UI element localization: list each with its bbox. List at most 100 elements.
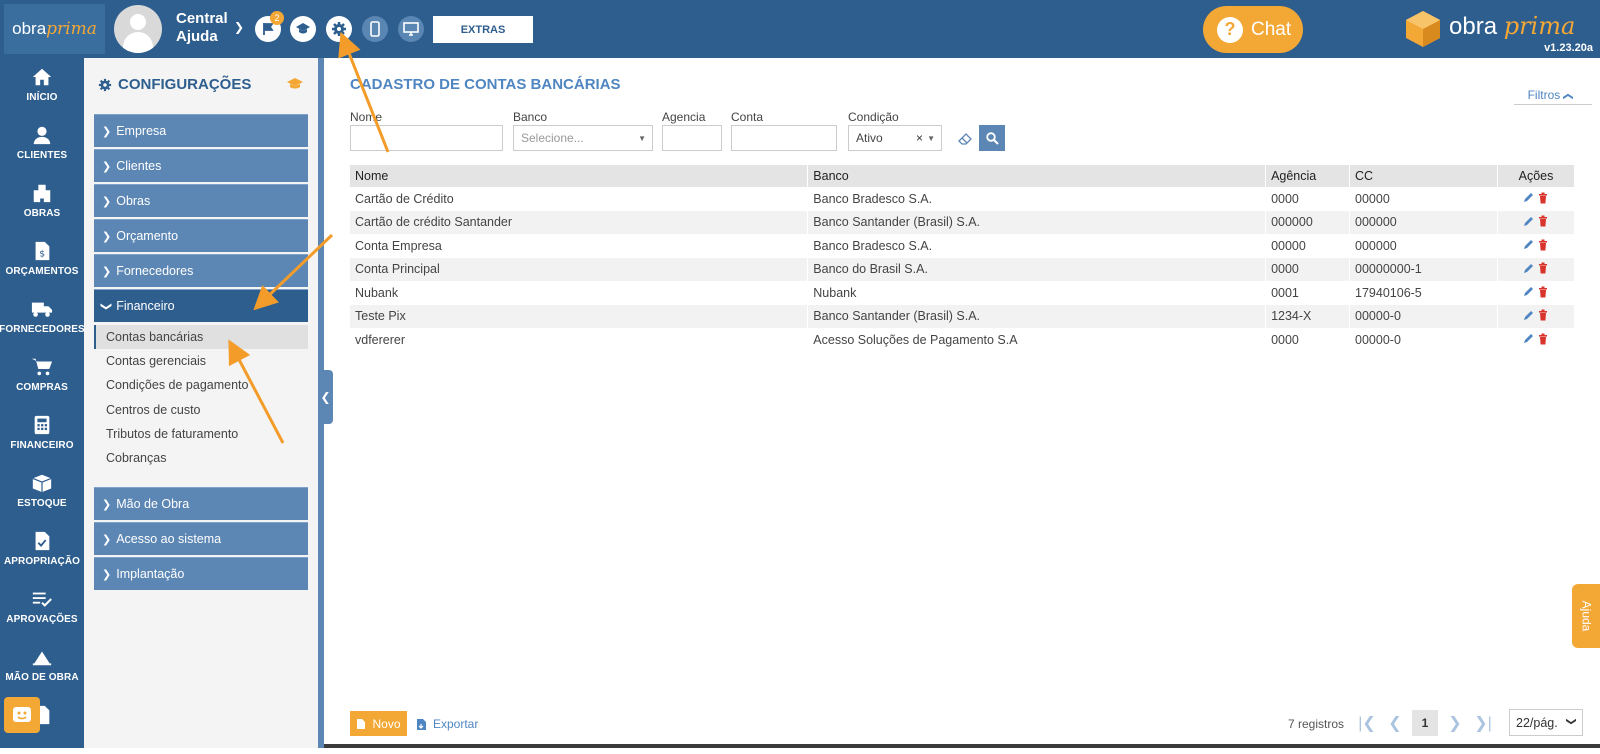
table-row[interactable]: Cartão de crédito Santander Banco Santand… (350, 210, 1576, 234)
delete-trash-icon[interactable] (1538, 262, 1548, 274)
nav-item-mao-de-obra[interactable]: MÃO DE OBRA (0, 638, 84, 696)
ajuda-tab[interactable]: Ajuda (1572, 584, 1600, 648)
table-row[interactable]: Teste Pix Banco Santander (Brasil) S.A. 12… (350, 304, 1576, 328)
table-row[interactable]: Conta Empresa Banco Bradesco S.A. 00000 000… (350, 234, 1576, 258)
nav-item-obras[interactable]: OBRAS (0, 174, 84, 232)
nav-label: ORÇAMENTOS (5, 266, 79, 277)
exportar-link[interactable]: Exportar (416, 717, 478, 731)
edit-pencil-icon[interactable] (1523, 263, 1534, 274)
user-name[interactable]: Central Ajuda (176, 10, 236, 46)
nav-item-orcamentos[interactable]: $ ORÇAMENTOS (0, 232, 84, 290)
config-section-clientes[interactable]: ❯ Clientes (94, 149, 308, 182)
config-section-implantacao[interactable]: ❯ Implantação (94, 557, 308, 590)
search-button[interactable] (979, 125, 1005, 151)
app-logo[interactable]: obraprima (4, 4, 105, 54)
eraser-icon[interactable] (957, 131, 973, 145)
novo-button[interactable]: Novo (350, 711, 407, 736)
config-item-contas-gerenciais[interactable]: Contas gerenciais (94, 349, 308, 373)
chevron-right-icon: ❯ (102, 195, 112, 208)
per-page-select[interactable]: 22/pág. ❯ (1509, 709, 1583, 736)
desktop-icon[interactable] (398, 16, 424, 42)
col-banco[interactable]: Banco (807, 165, 1267, 187)
table-row[interactable]: Cartão de Crédito Banco Bradesco S.A. 0000… (350, 187, 1576, 211)
conta-input[interactable] (731, 125, 837, 151)
nav-item-apropriacao[interactable]: APROPRIAÇÃO (0, 522, 84, 580)
avatar[interactable] (114, 5, 162, 53)
config-section-obras[interactable]: ❯ Obras (94, 184, 308, 217)
filtros-toggle[interactable]: Filtros ❯ (1528, 88, 1574, 102)
cell-banco: Banco Santander (Brasil) S.A. (807, 210, 1267, 234)
search-icon (985, 131, 999, 145)
col-agencia[interactable]: Agência (1265, 165, 1351, 187)
current-page[interactable]: 1 (1412, 710, 1438, 736)
edit-pencil-icon[interactable] (1523, 333, 1534, 344)
calculator-icon (34, 415, 50, 435)
chevron-down-icon[interactable]: ❯ (234, 20, 244, 34)
chevron-right-icon: ❯ (102, 265, 112, 278)
nav-item-compras[interactable]: COMPRAS (0, 348, 84, 406)
config-item-contas-bancarias[interactable]: Contas bancárias (94, 325, 308, 349)
export-doc-icon (417, 718, 426, 730)
table-row[interactable]: Conta Principal Banco do Brasil S.A. 0000 0… (350, 257, 1576, 281)
cube-logo-icon (1406, 11, 1440, 47)
mobile-icon[interactable] (362, 16, 388, 42)
nav-label: ESTOQUE (17, 498, 67, 509)
nav-label: INÍCIO (26, 92, 58, 103)
config-section-financeiro[interactable]: ❯ Financeiro (94, 289, 308, 322)
delete-trash-icon[interactable] (1538, 239, 1548, 251)
gear-icon[interactable] (326, 16, 352, 42)
config-item-cobrancas[interactable]: Cobranças (94, 446, 308, 470)
banco-select[interactable]: Selecione... ▼ (513, 125, 653, 151)
config-section-fornecedores[interactable]: ❯ Fornecedores (94, 254, 308, 287)
edit-pencil-icon[interactable] (1523, 286, 1534, 297)
config-item-condicoes-pagamento[interactable]: Condições de pagamento (94, 373, 308, 397)
chat-button[interactable]: ? Chat (1203, 6, 1303, 53)
condicao-select[interactable]: Ativo × ▼ (848, 125, 942, 151)
col-nome[interactable]: Nome (350, 165, 809, 187)
user-icon (33, 126, 51, 145)
prev-page-icon[interactable]: ❮ (1382, 710, 1408, 736)
config-section-orcamento[interactable]: ❯ Orçamento (94, 219, 308, 252)
clear-icon[interactable]: × (916, 131, 923, 145)
feedback-smiley-icon[interactable] (4, 697, 40, 733)
nav-item-aprovacoes[interactable]: APROVAÇÕES (0, 580, 84, 638)
edit-pencil-icon[interactable] (1523, 310, 1534, 321)
delete-trash-icon[interactable] (1538, 309, 1548, 321)
delete-trash-icon[interactable] (1538, 286, 1548, 298)
filtros-divider (1514, 104, 1592, 105)
extras-button[interactable]: EXTRAS (433, 16, 533, 43)
delete-trash-icon[interactable] (1538, 333, 1548, 345)
graduation-cap-icon[interactable] (290, 16, 316, 42)
logo-word: obra (12, 19, 47, 38)
cell-acoes (1497, 328, 1576, 352)
agencia-input[interactable] (662, 125, 722, 151)
accounts-table: Nome Banco Agência CC Ações Cartão de Cr… (350, 165, 1576, 352)
edit-pencil-icon[interactable] (1523, 216, 1534, 227)
config-section-empresa[interactable]: ❯ Empresa (94, 114, 308, 147)
nav-item-estoque[interactable]: ESTOQUE (0, 464, 84, 522)
edit-pencil-icon[interactable] (1523, 192, 1534, 203)
nav-item-clientes[interactable]: CLIENTES (0, 116, 84, 174)
home-icon (32, 68, 52, 86)
table-row[interactable]: vdfererer Acesso Soluções de Pagamento S.… (350, 328, 1576, 352)
table-row[interactable]: Nubank Nubank 0001 17940106-5 (350, 281, 1576, 305)
config-item-tributos[interactable]: Tributos de faturamento (94, 422, 308, 446)
col-cc[interactable]: CC (1349, 165, 1498, 187)
delete-trash-icon[interactable] (1538, 215, 1548, 227)
last-page-icon[interactable]: ❯| (1470, 710, 1496, 736)
delete-trash-icon[interactable] (1538, 192, 1548, 204)
next-page-icon[interactable]: ❯ (1442, 710, 1468, 736)
nav-item-financeiro[interactable]: FINANCEIRO (0, 406, 84, 464)
config-section-acesso[interactable]: ❯ Acesso ao sistema (94, 522, 308, 555)
nav-item-fornecedores[interactable]: FORNECEDORES (0, 290, 85, 348)
chevron-right-icon: ❯ (102, 160, 112, 173)
cell-cc: 17940106-5 (1349, 281, 1498, 305)
nome-input[interactable] (350, 125, 503, 151)
edit-pencil-icon[interactable] (1523, 239, 1534, 250)
graduation-cap-icon[interactable] (286, 77, 304, 91)
nav-item-inicio[interactable]: INÍCIO (0, 58, 84, 116)
config-item-centros-custo[interactable]: Centros de custo (94, 398, 308, 422)
exportar-label: Exportar (433, 717, 479, 731)
config-section-mao-de-obra[interactable]: ❯ Mão de Obra (94, 487, 308, 520)
first-page-icon[interactable]: |❮ (1354, 710, 1380, 736)
